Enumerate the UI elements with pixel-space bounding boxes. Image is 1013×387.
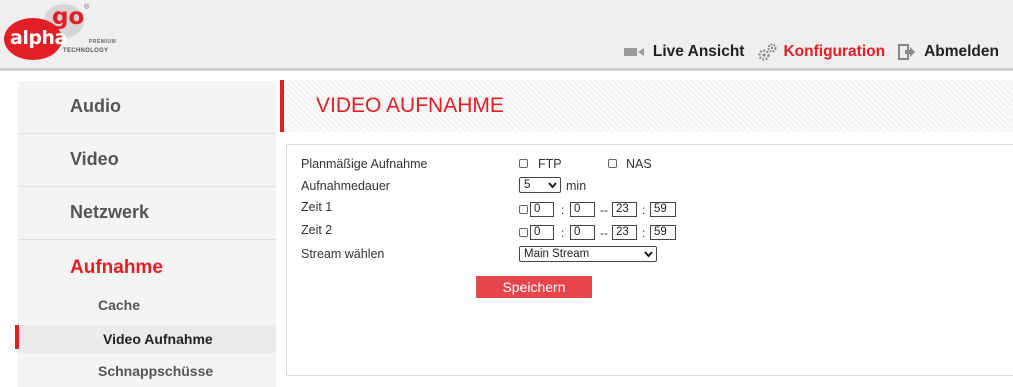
sidebar-item-recording[interactable]: Aufnahme <box>18 242 276 294</box>
nas-checkbox[interactable] <box>608 159 617 168</box>
time2-start-minute-value: 0 <box>574 226 581 238</box>
time2-start-hour-input[interactable]: 0 <box>530 225 554 240</box>
scheduled-recording-label: Planmäßige Aufnahme <box>301 157 428 171</box>
time2-start-minute-input[interactable]: 0 <box>570 225 595 240</box>
sidebar-subitem-cache[interactable]: Cache <box>18 291 276 319</box>
time2-end-hour-value: 23 <box>616 226 629 238</box>
time-colon: : <box>561 203 565 217</box>
time-colon: : <box>561 226 565 240</box>
ftp-checkbox[interactable] <box>519 159 528 168</box>
chevron-down-icon <box>548 182 557 189</box>
stream-value: Main Stream <box>524 248 590 260</box>
time2-end-hour-input[interactable]: 23 <box>612 225 637 240</box>
top-header: go ® alpha PREMIUM TECHNOLOGY Live Ansic… <box>0 0 1013 68</box>
header-divider <box>0 68 1013 71</box>
stream-select[interactable]: Main Stream <box>519 246 657 262</box>
time-range-dash: -- <box>600 226 608 240</box>
active-indicator <box>15 325 19 349</box>
time2-enable-checkbox[interactable] <box>519 228 528 237</box>
logo-premium-text: PREMIUM <box>89 39 117 45</box>
time2-start-hour-value: 0 <box>534 226 541 238</box>
time1-end-minute-input[interactable]: 59 <box>650 202 676 217</box>
stream-label: Stream wählen <box>301 247 385 261</box>
nav-configuration[interactable]: Konfiguration <box>757 42 885 62</box>
time-range-dash: -- <box>600 203 608 217</box>
top-navigation: Live Ansicht Konfiguration Abmelden <box>623 42 999 62</box>
duration-label: Aufnahmedauer <box>301 179 390 193</box>
time-colon: : <box>642 203 646 217</box>
logout-icon <box>898 44 916 60</box>
nav-logout[interactable]: Abmelden <box>898 43 999 61</box>
duration-unit: min <box>566 179 587 193</box>
time1-enable-checkbox[interactable] <box>519 205 528 214</box>
duration-select[interactable]: 5 <box>519 177 561 193</box>
sidebar-item-label: Netzwerk <box>70 202 150 222</box>
chevron-down-icon <box>644 251 653 258</box>
logo-alpha-text: alpha <box>10 27 67 49</box>
time2-end-minute-value: 59 <box>654 226 667 238</box>
video-camera-icon <box>623 48 644 56</box>
ftp-label: FTP <box>538 157 562 171</box>
sidebar-item-network[interactable]: Netzwerk <box>18 187 276 240</box>
sidebar-subitem-label: Cache <box>98 297 141 313</box>
page-title: VIDEO AUFNAHME <box>316 94 504 117</box>
save-button[interactable]: Speichern <box>476 276 592 298</box>
nav-live-view-label: Live Ansicht <box>652 43 745 60</box>
sidebar-subitem-label: Video Aufnahme <box>103 331 213 347</box>
duration-value: 5 <box>524 179 531 191</box>
time1-start-minute-input[interactable]: 0 <box>570 202 595 217</box>
time2-label: Zeit 2 <box>301 223 333 237</box>
time1-end-hour-input[interactable]: 23 <box>612 202 637 217</box>
time1-start-hour-input[interactable]: 0 <box>530 202 554 217</box>
sidebar-subitem-label: Schnappschüsse <box>98 363 214 379</box>
nav-logout-label: Abmelden <box>924 43 999 60</box>
time1-start-hour-value: 0 <box>534 203 541 215</box>
gears-icon <box>758 43 777 61</box>
time-colon: : <box>642 226 646 240</box>
logo-registered-mark: ® <box>84 4 90 11</box>
logo-technology-text: TECHNOLOGY <box>63 48 109 54</box>
sidebar-subitem-video-recording[interactable]: Video Aufnahme <box>15 325 276 353</box>
time1-label: Zeit 1 <box>301 200 333 214</box>
nav-configuration-label: Konfiguration <box>783 43 886 60</box>
sidebar-item-audio[interactable]: Audio <box>18 81 276 134</box>
sidebar-item-label: Aufnahme <box>70 257 163 278</box>
time2-end-minute-input[interactable]: 59 <box>650 225 676 240</box>
nas-label: NAS <box>626 157 652 171</box>
sidebar-subitem-snapshots[interactable]: Schnappschüsse <box>18 357 276 385</box>
content-header-accent <box>280 80 284 132</box>
sidebar-item-video[interactable]: Video <box>18 134 276 187</box>
time1-end-minute-value: 59 <box>654 203 667 215</box>
time1-start-minute-value: 0 <box>574 203 581 215</box>
sidebar-item-label: Video <box>70 149 119 169</box>
sidebar-item-label: Audio <box>70 96 121 116</box>
time1-end-hour-value: 23 <box>616 203 629 215</box>
alphago-logo[interactable]: go ® alpha PREMIUM TECHNOLOGY <box>4 4 124 64</box>
nav-live-view[interactable]: Live Ansicht <box>623 43 745 61</box>
sidebar: Audio Video Netzwerk Aufnahme Cache Vide… <box>15 81 276 387</box>
